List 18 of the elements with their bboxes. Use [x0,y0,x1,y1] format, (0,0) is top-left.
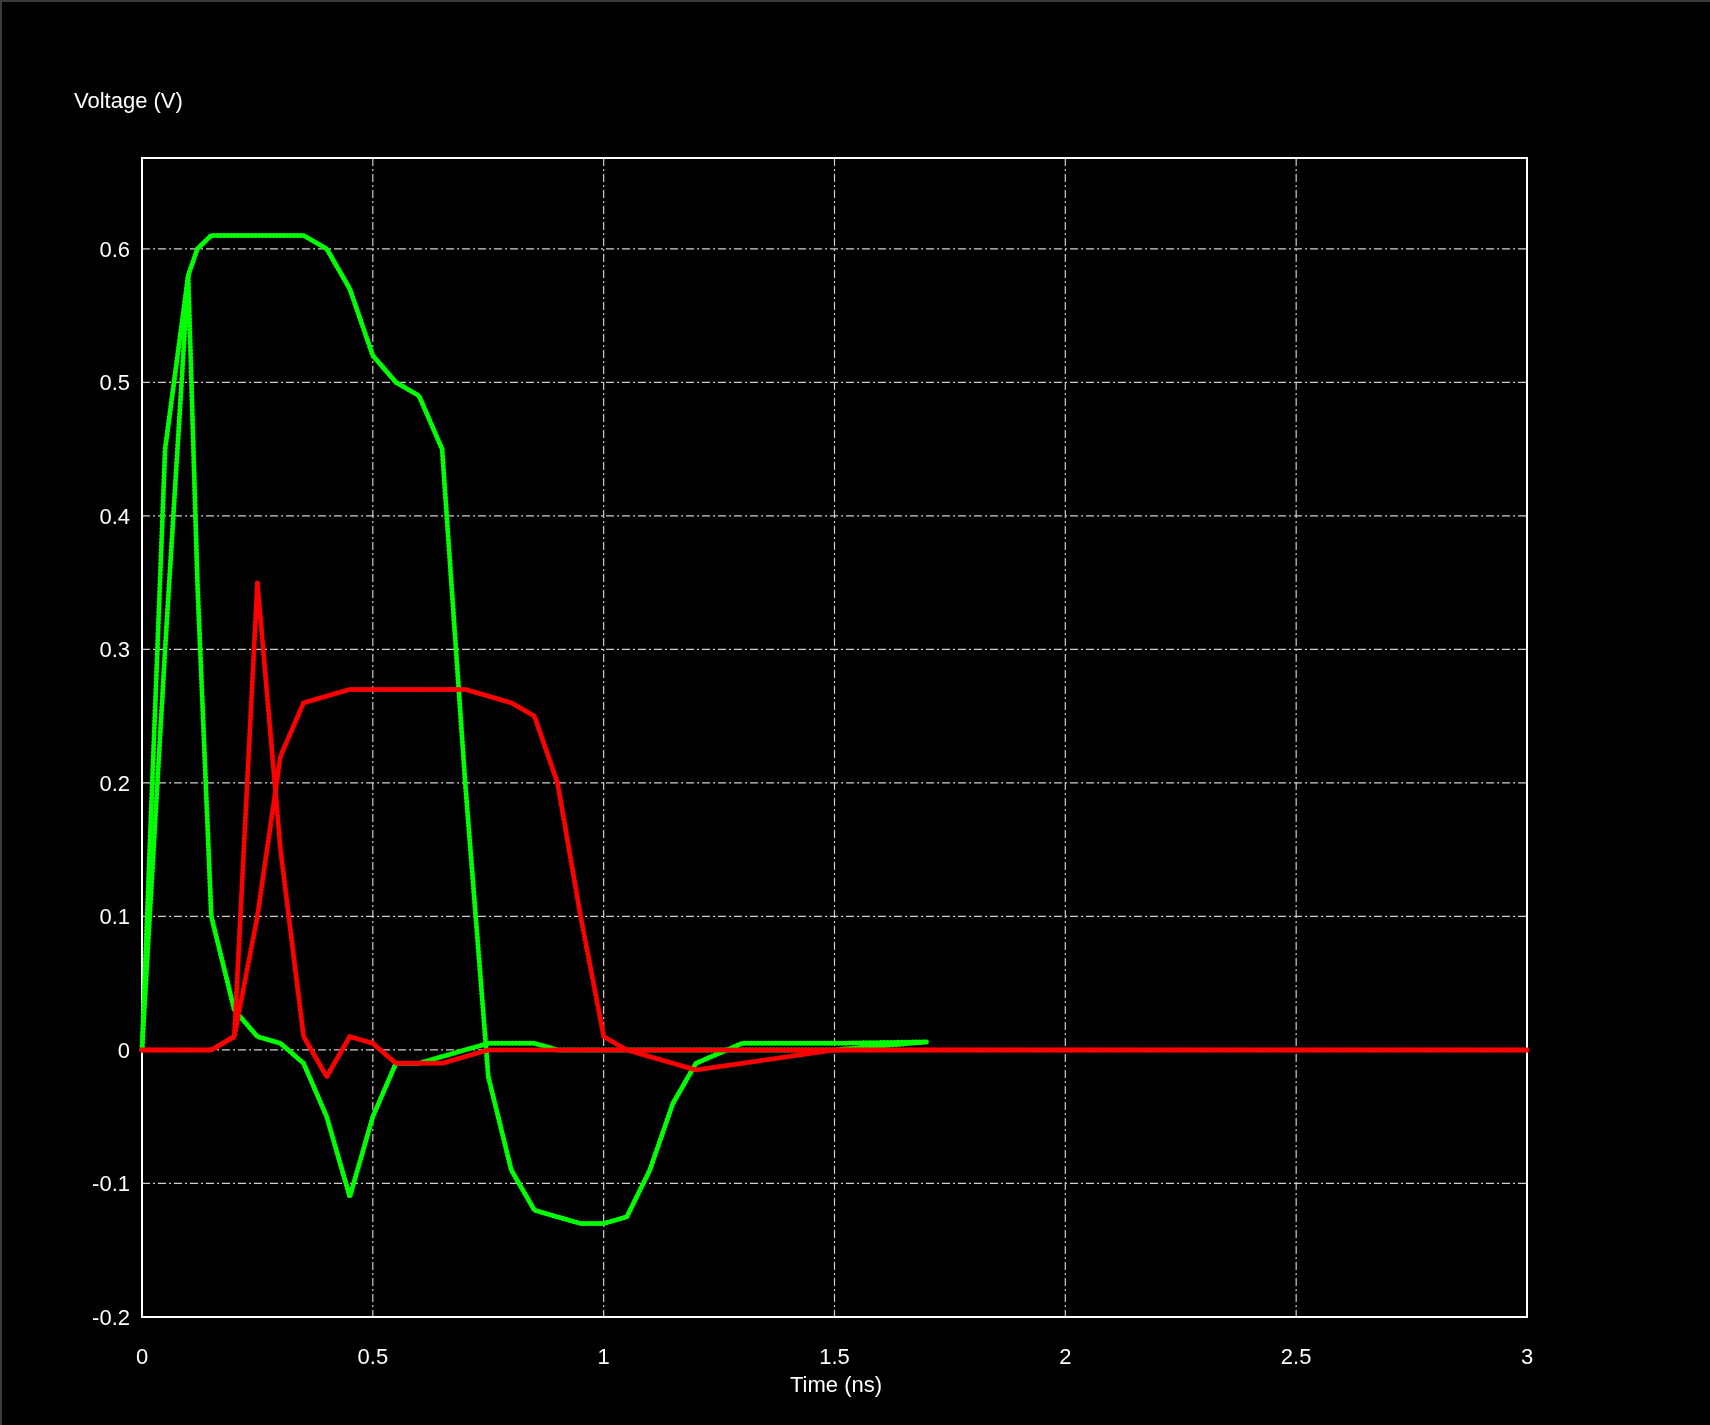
x-axis-title: Time (ns) [789,1372,883,1397]
x-tick-label: 2 [1059,1344,1072,1369]
y-tick-label: 0.2 [99,770,130,796]
y-tick-label: 0.4 [99,503,130,529]
x-tick-label: 2.5 [1280,1344,1312,1369]
x-tick-label: 0.5 [357,1344,389,1369]
y-tick-label: 0.3 [99,637,130,663]
x-tick-label: 1 [597,1344,610,1369]
y-tick-label: -0.1 [92,1171,130,1197]
y-tick-label: 0.1 [99,904,130,930]
x-tick-label: 3 [1520,1344,1534,1369]
y-tick-label: 0.5 [99,370,130,396]
y-tick-label: 0 [117,1037,130,1063]
x-tick-label: 1.5 [819,1344,850,1369]
y-axis-title: Voltage (V) [74,88,183,113]
y-tick-label: 0.6 [99,236,130,262]
y-tick-label: -0.2 [92,1305,130,1330]
x-tick-label: 0 [135,1344,149,1369]
